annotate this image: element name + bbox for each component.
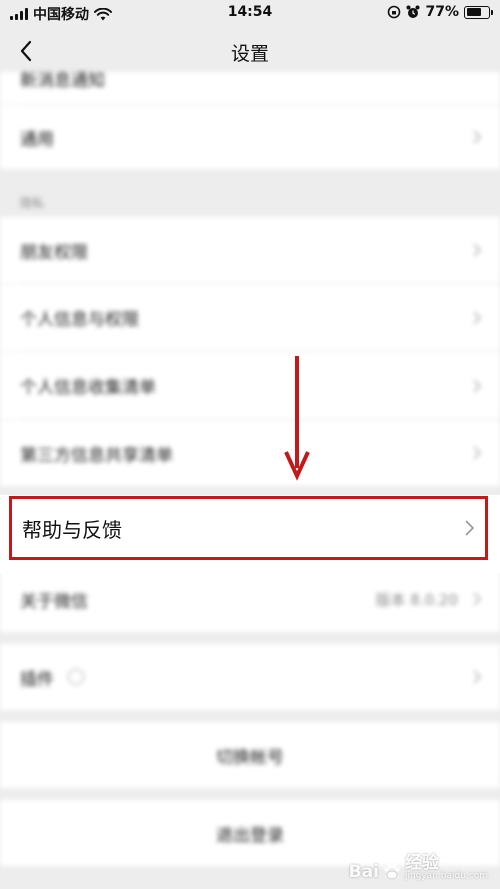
status-right: 77% bbox=[387, 4, 493, 20]
paw-icon bbox=[384, 864, 400, 880]
settings-row-personal-info-permissions[interactable]: 个人信息与权限 bbox=[0, 284, 500, 351]
rotation-lock-icon bbox=[388, 5, 401, 19]
chevron-right-icon bbox=[473, 670, 482, 684]
battery-percent: 77% bbox=[425, 4, 459, 20]
page-title: 设置 bbox=[230, 43, 269, 65]
alarm-icon bbox=[406, 5, 420, 18]
switch-account-button[interactable]: 切换帐号 bbox=[0, 722, 500, 788]
settings-row-help-feedback[interactable]: 帮助与反馈 bbox=[9, 496, 488, 560]
settings-row-about[interactable]: 关于微信 版本 8.0.20 bbox=[0, 566, 500, 632]
chevron-right-icon bbox=[473, 592, 482, 606]
settings-row-general[interactable]: 通用 bbox=[0, 105, 500, 169]
watermark-brand-cn: 经验 bbox=[404, 853, 439, 873]
row-label: 新消息通知 bbox=[20, 71, 105, 91]
settings-row-third-party-sharing[interactable]: 第三方信息共享清单 bbox=[0, 420, 500, 486]
chevron-right-icon bbox=[473, 243, 482, 257]
annotation-arrow bbox=[284, 356, 310, 481]
settings-row-friend-permissions[interactable]: 朋友权限 bbox=[0, 217, 500, 283]
chevron-right-icon bbox=[465, 520, 475, 536]
watermark-brand: Bai bbox=[348, 862, 379, 882]
settings-list: 新消息通知 通用 隐私 朋友权限 个人信息与权限 个人信息收集清单 第三方信息共… bbox=[0, 71, 500, 889]
battery-icon bbox=[464, 5, 493, 19]
settings-row-notifications[interactable]: 新消息通知 bbox=[0, 71, 500, 104]
chevron-right-icon bbox=[473, 446, 482, 460]
row-label: 个人信息与权限 bbox=[20, 310, 139, 330]
section-header-privacy: 隐私 bbox=[20, 196, 45, 210]
baidu-watermark: Bai 经验 jingyan.baidu.com bbox=[349, 855, 488, 881]
battery-fill bbox=[466, 8, 482, 16]
settings-row-personal-info-collection[interactable]: 个人信息收集清单 bbox=[0, 352, 500, 419]
row-label: 第三方信息共享清单 bbox=[20, 445, 173, 466]
chevron-right-icon bbox=[473, 378, 482, 393]
row-label: 帮助与反馈 bbox=[22, 517, 122, 542]
plugin-badge-icon bbox=[68, 669, 84, 685]
settings-row-plugins[interactable]: 插件 bbox=[0, 644, 500, 710]
version-value: 版本 8.0.20 bbox=[375, 590, 458, 609]
row-label: 朋友权限 bbox=[20, 242, 88, 263]
status-bar: 中国移动 14:54 77% bbox=[0, 0, 500, 28]
row-label: 插件 bbox=[20, 669, 54, 690]
row-label: 个人信息收集清单 bbox=[20, 378, 156, 398]
row-label: 通用 bbox=[20, 129, 54, 150]
chevron-right-icon bbox=[473, 310, 482, 325]
chevron-right-icon bbox=[473, 130, 482, 144]
row-label: 关于微信 bbox=[20, 591, 88, 612]
watermark-url: jingyan.baidu.com bbox=[404, 871, 488, 881]
